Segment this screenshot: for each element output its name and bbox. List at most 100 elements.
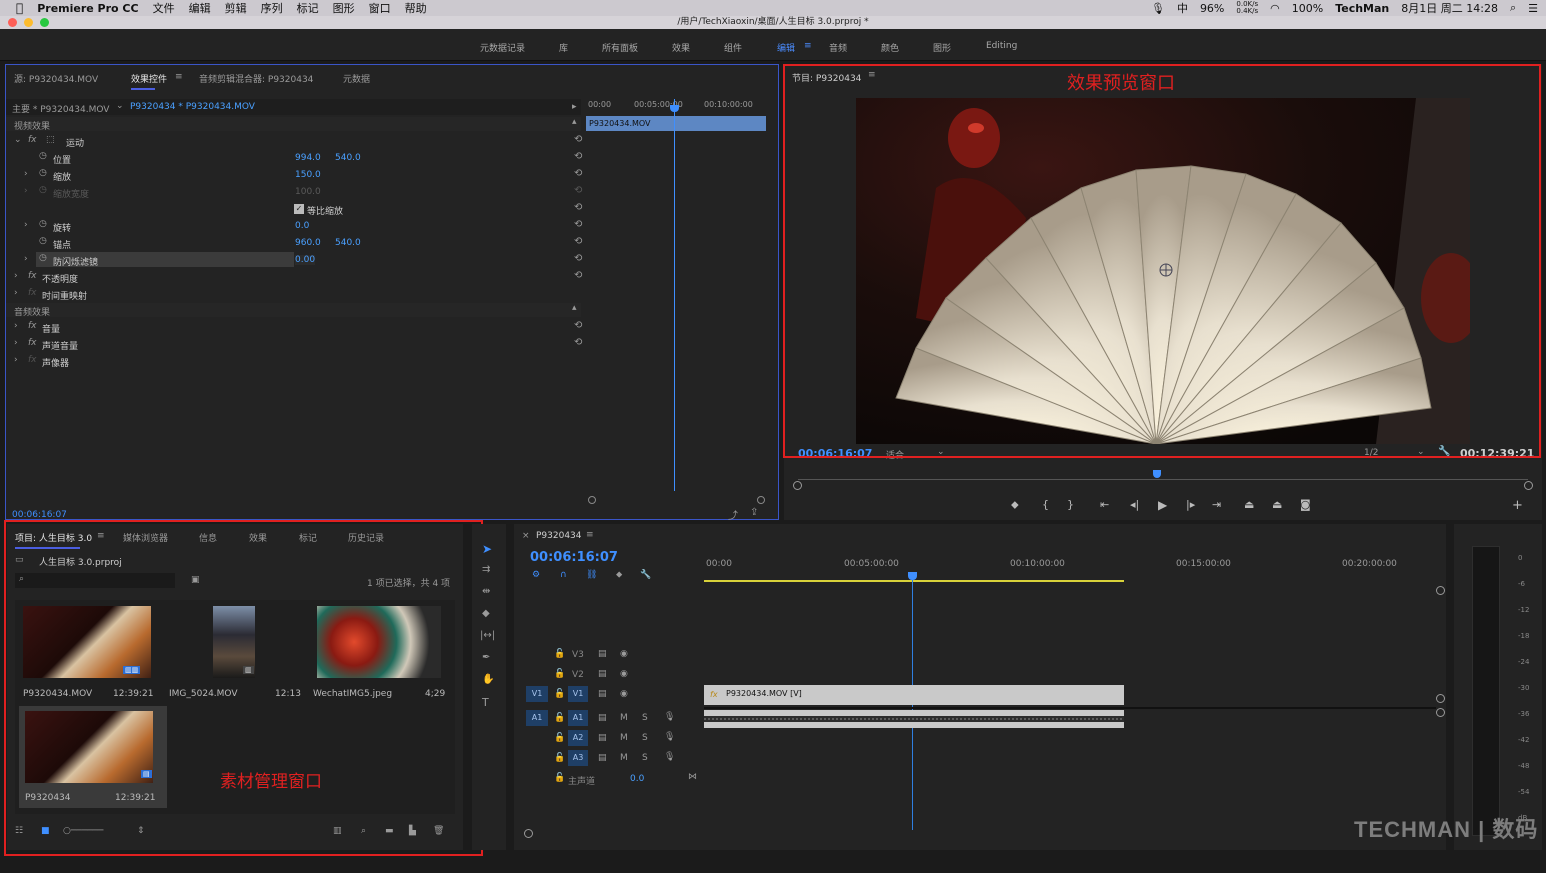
reset-icon[interactable]: ⟲ <box>574 270 582 281</box>
workspace-libraries[interactable]: 库 <box>559 41 568 54</box>
program-timecode[interactable]: 00:06:16:07 <box>798 447 872 460</box>
track-label[interactable]: A2 <box>568 730 588 746</box>
chevron-right-icon[interactable]: › <box>14 271 18 281</box>
reset-icon[interactable]: ⟲ <box>574 202 582 213</box>
mic-icon[interactable]: 🎙 <box>664 752 675 762</box>
project-item[interactable]: ▥ IMG_5024.MOV 12:13 <box>165 606 305 704</box>
menu-window[interactable]: 窗口 <box>369 0 391 16</box>
sequence-tab[interactable]: P9320434 <box>536 531 582 541</box>
stopwatch-icon[interactable]: ◷ <box>39 151 47 161</box>
wrench-icon[interactable]: 🔧 <box>1438 446 1450 457</box>
tab-metadata[interactable]: 元数据 <box>343 72 370 85</box>
add-marker-icon[interactable]: ⬥ <box>616 570 622 580</box>
automate-icon[interactable]: ▥ <box>333 826 342 836</box>
workspace-editing[interactable]: 编辑 <box>777 41 795 54</box>
master-clip-label[interactable]: 主要 * P9320434.MOV <box>12 102 109 115</box>
search-icon[interactable]: ⌕ <box>1510 1 1516 15</box>
sync-icon[interactable]: ▤ <box>598 669 607 679</box>
source-patch-a1[interactable]: A1 <box>526 710 548 726</box>
zoom-window-button[interactable] <box>40 18 49 27</box>
chevron-down-icon[interactable]: ⌄ <box>116 101 124 111</box>
reset-icon[interactable]: ⟲ <box>574 151 582 162</box>
share-icon[interactable]: ⇪ <box>750 507 758 518</box>
prop-value[interactable]: 150.0 <box>295 170 321 180</box>
mute-button[interactable]: M <box>620 733 628 743</box>
workspace-all-panels[interactable]: 所有面板 <box>602 41 638 54</box>
user-name[interactable]: TechMan <box>1335 2 1389 15</box>
stopwatch-icon[interactable]: ◷ <box>39 168 47 178</box>
chevron-right-icon[interactable]: › <box>24 220 28 230</box>
vscroll-handle-1[interactable] <box>1436 586 1445 595</box>
transform-icon[interactable]: ⬚ <box>46 135 55 145</box>
track-label[interactable]: V3 <box>572 650 584 660</box>
reset-icon[interactable]: ⟲ <box>574 134 582 145</box>
solo-button[interactable]: S <box>642 733 648 743</box>
timeline-timecode[interactable]: 00:06:16:07 <box>530 550 618 565</box>
chevron-right-icon[interactable]: › <box>14 321 18 331</box>
play-icon[interactable]: ▶ <box>1158 498 1167 512</box>
menu-edit[interactable]: 编辑 <box>189 0 211 16</box>
tab-info[interactable]: 信息 <box>199 531 217 544</box>
timeline-ruler[interactable]: 00:00 00:05:00:00 00:10:00:00 00:15:00:0… <box>704 556 1436 582</box>
sync-icon[interactable]: ▤ <box>598 713 607 723</box>
chevron-right-icon[interactable]: › <box>14 355 18 365</box>
type-tool-icon[interactable]: T <box>482 696 489 709</box>
close-window-button[interactable] <box>8 18 17 27</box>
marker-icon[interactable]: ⬥ <box>1011 498 1019 512</box>
project-item[interactable]: ▥▥ P9320434.MOV 12:39:21 <box>23 606 163 704</box>
go-to-in-icon[interactable]: ⇤ <box>1100 498 1109 511</box>
ec-scroll-left[interactable] <box>588 496 596 504</box>
panel-menu-icon[interactable]: ≡ <box>175 72 183 82</box>
fx-icon[interactable]: fx <box>28 338 37 348</box>
sync-icon[interactable]: ▤ <box>598 649 607 659</box>
lock-icon[interactable]: 🔓 <box>554 713 565 723</box>
chevron-right-icon[interactable]: › <box>14 288 18 298</box>
timeline-playhead-handle[interactable] <box>908 572 917 580</box>
menu-clip[interactable]: 剪辑 <box>225 0 247 16</box>
project-item-selected[interactable]: ▤ P9320434 12:39:21 <box>19 706 167 808</box>
go-to-out-icon[interactable]: ⇥ <box>1212 498 1221 511</box>
wrench-icon[interactable]: 🔧 <box>640 570 651 580</box>
program-zoom-right[interactable] <box>1524 481 1533 490</box>
prop-value-y[interactable]: 540.0 <box>335 238 361 248</box>
stopwatch-icon[interactable]: ◷ <box>39 253 47 263</box>
chevron-down-icon[interactable]: ⌄ <box>1417 447 1425 457</box>
fit-dropdown[interactable]: 适合 <box>886 448 904 461</box>
eye-icon[interactable]: ◉ <box>620 649 628 659</box>
program-zoom-left[interactable] <box>793 481 802 490</box>
bowtie-icon[interactable]: ⋈ <box>688 772 697 782</box>
reset-icon[interactable]: ⟲ <box>574 253 582 264</box>
timeline-zoom-handle[interactable] <box>524 829 533 838</box>
stopwatch-icon[interactable]: ◷ <box>39 236 47 246</box>
lock-icon[interactable]: 🔓 <box>554 669 565 679</box>
workspace-editing-en[interactable]: Editing <box>986 41 1017 51</box>
apple-icon[interactable]:  <box>16 1 23 15</box>
export-icon[interactable]: ⤴ <box>728 507 738 522</box>
zoom-slider[interactable]: ○────── <box>63 826 103 836</box>
ec-scroll-right[interactable] <box>757 496 765 504</box>
workspace-color[interactable]: 颜色 <box>881 41 899 54</box>
chevron-right-icon[interactable]: › <box>24 254 28 264</box>
mark-out-icon[interactable]: } <box>1067 498 1074 511</box>
fx-icon[interactable]: fx <box>28 135 37 145</box>
tab-effects[interactable]: 效果 <box>249 531 267 544</box>
stopwatch-icon[interactable]: ◷ <box>39 219 47 229</box>
lock-icon[interactable]: 🔓 <box>554 649 565 659</box>
menu-graphics[interactable]: 图形 <box>333 0 355 16</box>
ripple-edit-tool-icon[interactable]: ⇹ <box>482 586 490 597</box>
chevron-right-icon[interactable]: › <box>24 186 28 196</box>
workspace-menu-icon[interactable]: ≡ <box>804 41 812 51</box>
step-forward-icon[interactable]: |▸ <box>1186 498 1195 511</box>
track-select-tool-icon[interactable]: ⇉ <box>482 564 490 575</box>
tab-effect-controls[interactable]: 效果控件 <box>131 72 167 90</box>
reset-icon[interactable]: ⟲ <box>574 337 582 348</box>
icon-view-icon[interactable]: ■ <box>41 826 50 836</box>
menu-sequence[interactable]: 序列 <box>261 0 283 16</box>
chevron-down-icon[interactable]: ⌄ <box>937 447 945 457</box>
workspace-graphics[interactable]: 图形 <box>933 41 951 54</box>
tab-markers[interactable]: 标记 <box>299 531 317 544</box>
extract-icon[interactable]: ⏏ <box>1272 498 1282 511</box>
chevron-right-icon[interactable]: › <box>24 169 28 179</box>
vscroll-handle-2[interactable] <box>1436 694 1445 703</box>
effect-motion[interactable]: ⌄ fx ⬚ 运动 ⟲ <box>6 133 582 150</box>
